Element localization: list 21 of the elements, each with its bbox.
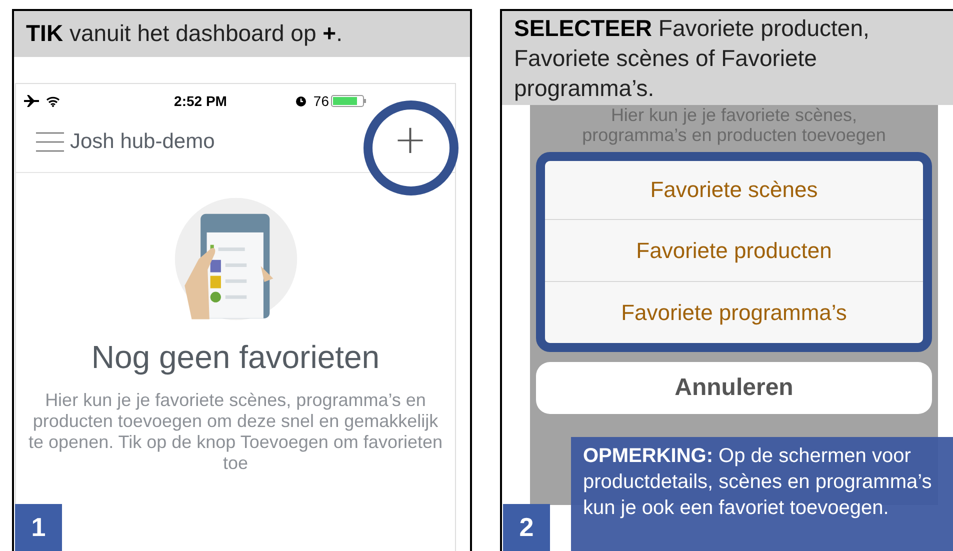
status-time: 2:52 PM — [174, 93, 227, 109]
cancel-button[interactable]: Annuleren — [536, 362, 932, 414]
battery-percent: 76 — [313, 93, 329, 109]
action-sheet-option[interactable]: Favoriete programma’s — [545, 281, 923, 343]
hub-name: Josh hub-demo — [70, 130, 216, 154]
step-number: 2 — [503, 504, 550, 551]
instruction-text: TIK vanuit het dashboard op +. — [26, 20, 342, 46]
action-sheet-option[interactable]: Favoriete scènes — [545, 161, 923, 219]
airplane-icon — [24, 95, 40, 107]
note-text: OPMERKING: Op de schermen voor productdetails, scènes en programma’s kun je ook een favoriet toevoegen. — [583, 445, 932, 519]
background-text-line: programma’s en producten toevoegen — [581, 125, 887, 145]
instruction-text: SELECTEER Favoriete producten, Favoriete scènes of Favoriete programma’s. — [514, 15, 870, 101]
menu-icon[interactable] — [36, 132, 64, 152]
action-sheet-option[interactable]: Favoriete producten — [545, 219, 923, 281]
empty-state-message: Hier kun je je favoriete scènes, programma’s en producten toevoegen om deze snel en gemakkelijk te openen. Tik op de knop Toevoegen om favorieten toe — [28, 390, 444, 474]
background-text-line: Hier kun je je favoriete scènes, — [610, 105, 858, 125]
battery-icon — [330, 95, 367, 107]
empty-state-title: Nog geen favorieten — [91, 339, 380, 376]
alarm-clock-icon — [295, 95, 308, 107]
wifi-icon — [46, 96, 60, 106]
step-number: 1 — [15, 504, 62, 551]
